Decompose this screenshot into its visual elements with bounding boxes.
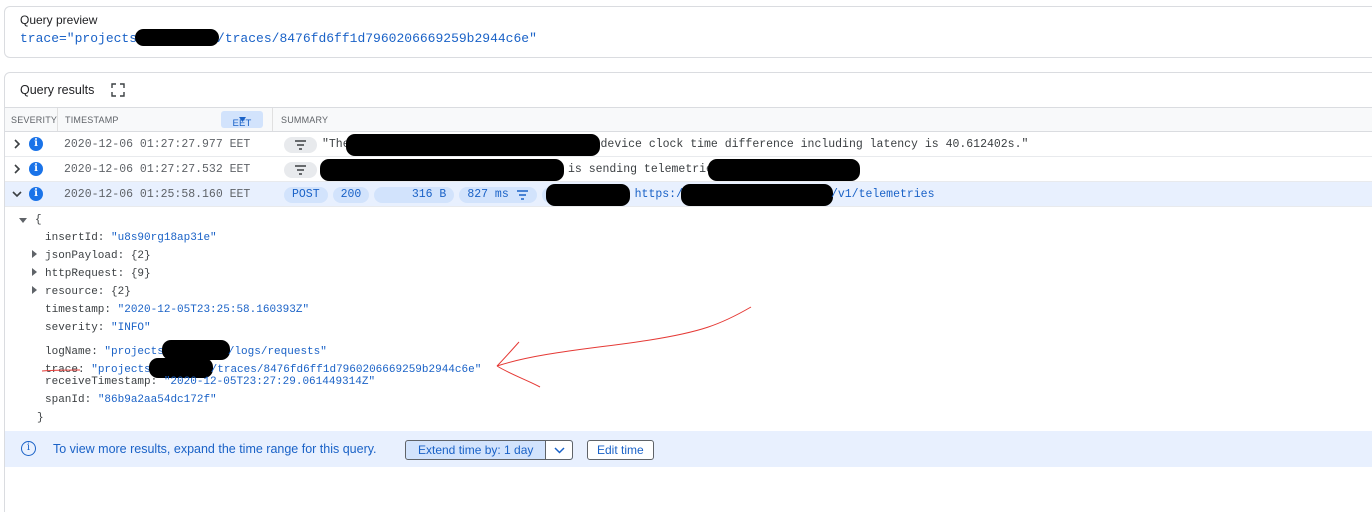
summary-column-header[interactable]: SUMMARY: [281, 115, 328, 125]
query-results-header: Query results: [20, 82, 126, 98]
time-range-banner: i To view more results, expand the time …: [5, 431, 1372, 467]
response-size-chip[interactable]: 316 B: [374, 186, 455, 203]
log-row[interactable]: i 2020-12-06 01:27:27.977 EET "The devic…: [5, 132, 1372, 157]
log-summary: POST 200 316 B 827 ms https:/ /v1/teleme…: [284, 183, 935, 206]
expand-resource-icon[interactable]: [32, 286, 37, 294]
timezone-selector[interactable]: EET: [221, 111, 263, 129]
redaction-mark: [148, 358, 213, 378]
column-divider: [272, 108, 273, 131]
details-chip[interactable]: [284, 161, 317, 178]
redaction-mark: [545, 183, 630, 206]
column-headers: SEVERITY TIMESTAMP EET SUMMARY: [5, 107, 1372, 132]
json-open-brace: {: [35, 214, 42, 226]
json-field-receiveTimestamp: receiveTimestamp: "2020-12-05T23:27:29.0…: [45, 376, 376, 388]
query-results-panel: Query results SEVERITY TIMESTAMP EET SUM…: [4, 72, 1372, 512]
redaction-mark: [345, 133, 600, 156]
json-field-insertId: insertId: "u8s90rg18ap31e": [45, 232, 217, 244]
latency-chip[interactable]: 827 ms: [459, 186, 537, 203]
query-suffix: /traces/8476fd6ff1d7960206669259b2944c6e…: [217, 31, 537, 46]
column-divider: [57, 108, 58, 131]
json-close-brace: }: [37, 412, 44, 424]
json-field-severity: severity: "INFO": [45, 322, 151, 334]
expand-json-payload-icon[interactable]: [32, 250, 37, 258]
json-field-httpRequest[interactable]: httpRequest: {9}: [45, 268, 151, 280]
json-field-trace: trace: "projects/traces/8476fd6ff1d79602…: [45, 358, 481, 378]
chevron-right-icon[interactable]: [11, 163, 23, 175]
fullscreen-icon[interactable]: [110, 82, 126, 98]
log-row-expanded[interactable]: i 2020-12-06 01:25:58.160 EET POST 200 3…: [5, 182, 1372, 207]
query-results-title: Query results: [20, 83, 95, 97]
log-summary: "The device clock time difference includ…: [284, 133, 1029, 156]
redaction-mark: [680, 183, 833, 206]
json-field-timestamp: timestamp: "2020-12-05T23:25:58.160393Z": [45, 304, 310, 316]
extend-time-button[interactable]: Extend time by: 1 day: [406, 441, 547, 459]
query-preview-text[interactable]: trace="projects/traces/8476fd6ff1d796020…: [20, 29, 537, 46]
json-field-spanId: spanId: "86b9a2aa54dc172f": [45, 394, 217, 406]
extend-time-dropdown[interactable]: [546, 441, 573, 459]
redaction-mark: [707, 158, 860, 181]
collapse-icon[interactable]: [19, 218, 27, 223]
redaction-mark: [320, 158, 564, 181]
text-lines-icon: [516, 189, 528, 200]
query-preview-panel: Query preview trace="projects/traces/847…: [4, 6, 1372, 58]
summary-text-end: device clock time difference including l…: [593, 138, 1029, 151]
info-severity-icon: i: [29, 187, 43, 201]
log-timestamp: 2020-12-06 01:27:27.977 EET: [64, 138, 251, 151]
extend-time-split-button: Extend time by: 1 day: [405, 440, 574, 460]
json-field-logName: logName: "projects/logs/requests": [45, 340, 327, 360]
redaction-mark: [161, 340, 230, 360]
summary-text-mid: is sending telemetries: [568, 163, 720, 176]
log-timestamp: 2020-12-06 01:25:58.160 EET: [64, 188, 251, 201]
log-summary: is sending telemetries: [284, 158, 860, 181]
json-field-jsonPayload[interactable]: jsonPayload: {2}: [45, 250, 151, 262]
severity-column-header[interactable]: SEVERITY: [11, 115, 57, 125]
edit-time-button[interactable]: Edit time: [587, 440, 654, 460]
log-row[interactable]: i 2020-12-06 01:27:27.532 EET is sending…: [5, 157, 1372, 182]
latency-value: 827 ms: [467, 188, 509, 201]
query-preview-title: Query preview: [20, 13, 98, 27]
text-lines-icon: [295, 164, 306, 175]
banner-message: To view more results, expand the time ra…: [53, 442, 377, 456]
http-status-chip[interactable]: 200: [332, 186, 370, 203]
query-prefix: trace="projects: [20, 31, 138, 46]
json-field-resource[interactable]: resource: {2}: [45, 286, 131, 298]
timestamp-column-header[interactable]: TIMESTAMP: [65, 115, 119, 125]
info-icon: i: [21, 441, 36, 456]
http-method-chip[interactable]: POST: [284, 186, 328, 203]
request-url-start[interactable]: https:/: [635, 188, 683, 201]
info-severity-icon: i: [29, 162, 43, 176]
text-lines-icon: [295, 139, 306, 150]
redaction-mark: [135, 29, 220, 46]
details-chip[interactable]: [284, 136, 317, 153]
chevron-down-icon: [554, 446, 565, 454]
user-agent-chip[interactable]: [541, 183, 630, 206]
expand-http-request-icon[interactable]: [32, 268, 37, 276]
log-timestamp: 2020-12-06 01:27:27.532 EET: [64, 163, 251, 176]
request-url-end[interactable]: /v1/telemetries: [831, 188, 935, 201]
chevron-right-icon[interactable]: [11, 138, 23, 150]
timezone-label: EET: [232, 118, 252, 129]
chevron-down-icon[interactable]: [11, 188, 23, 200]
info-severity-icon: i: [29, 137, 43, 151]
